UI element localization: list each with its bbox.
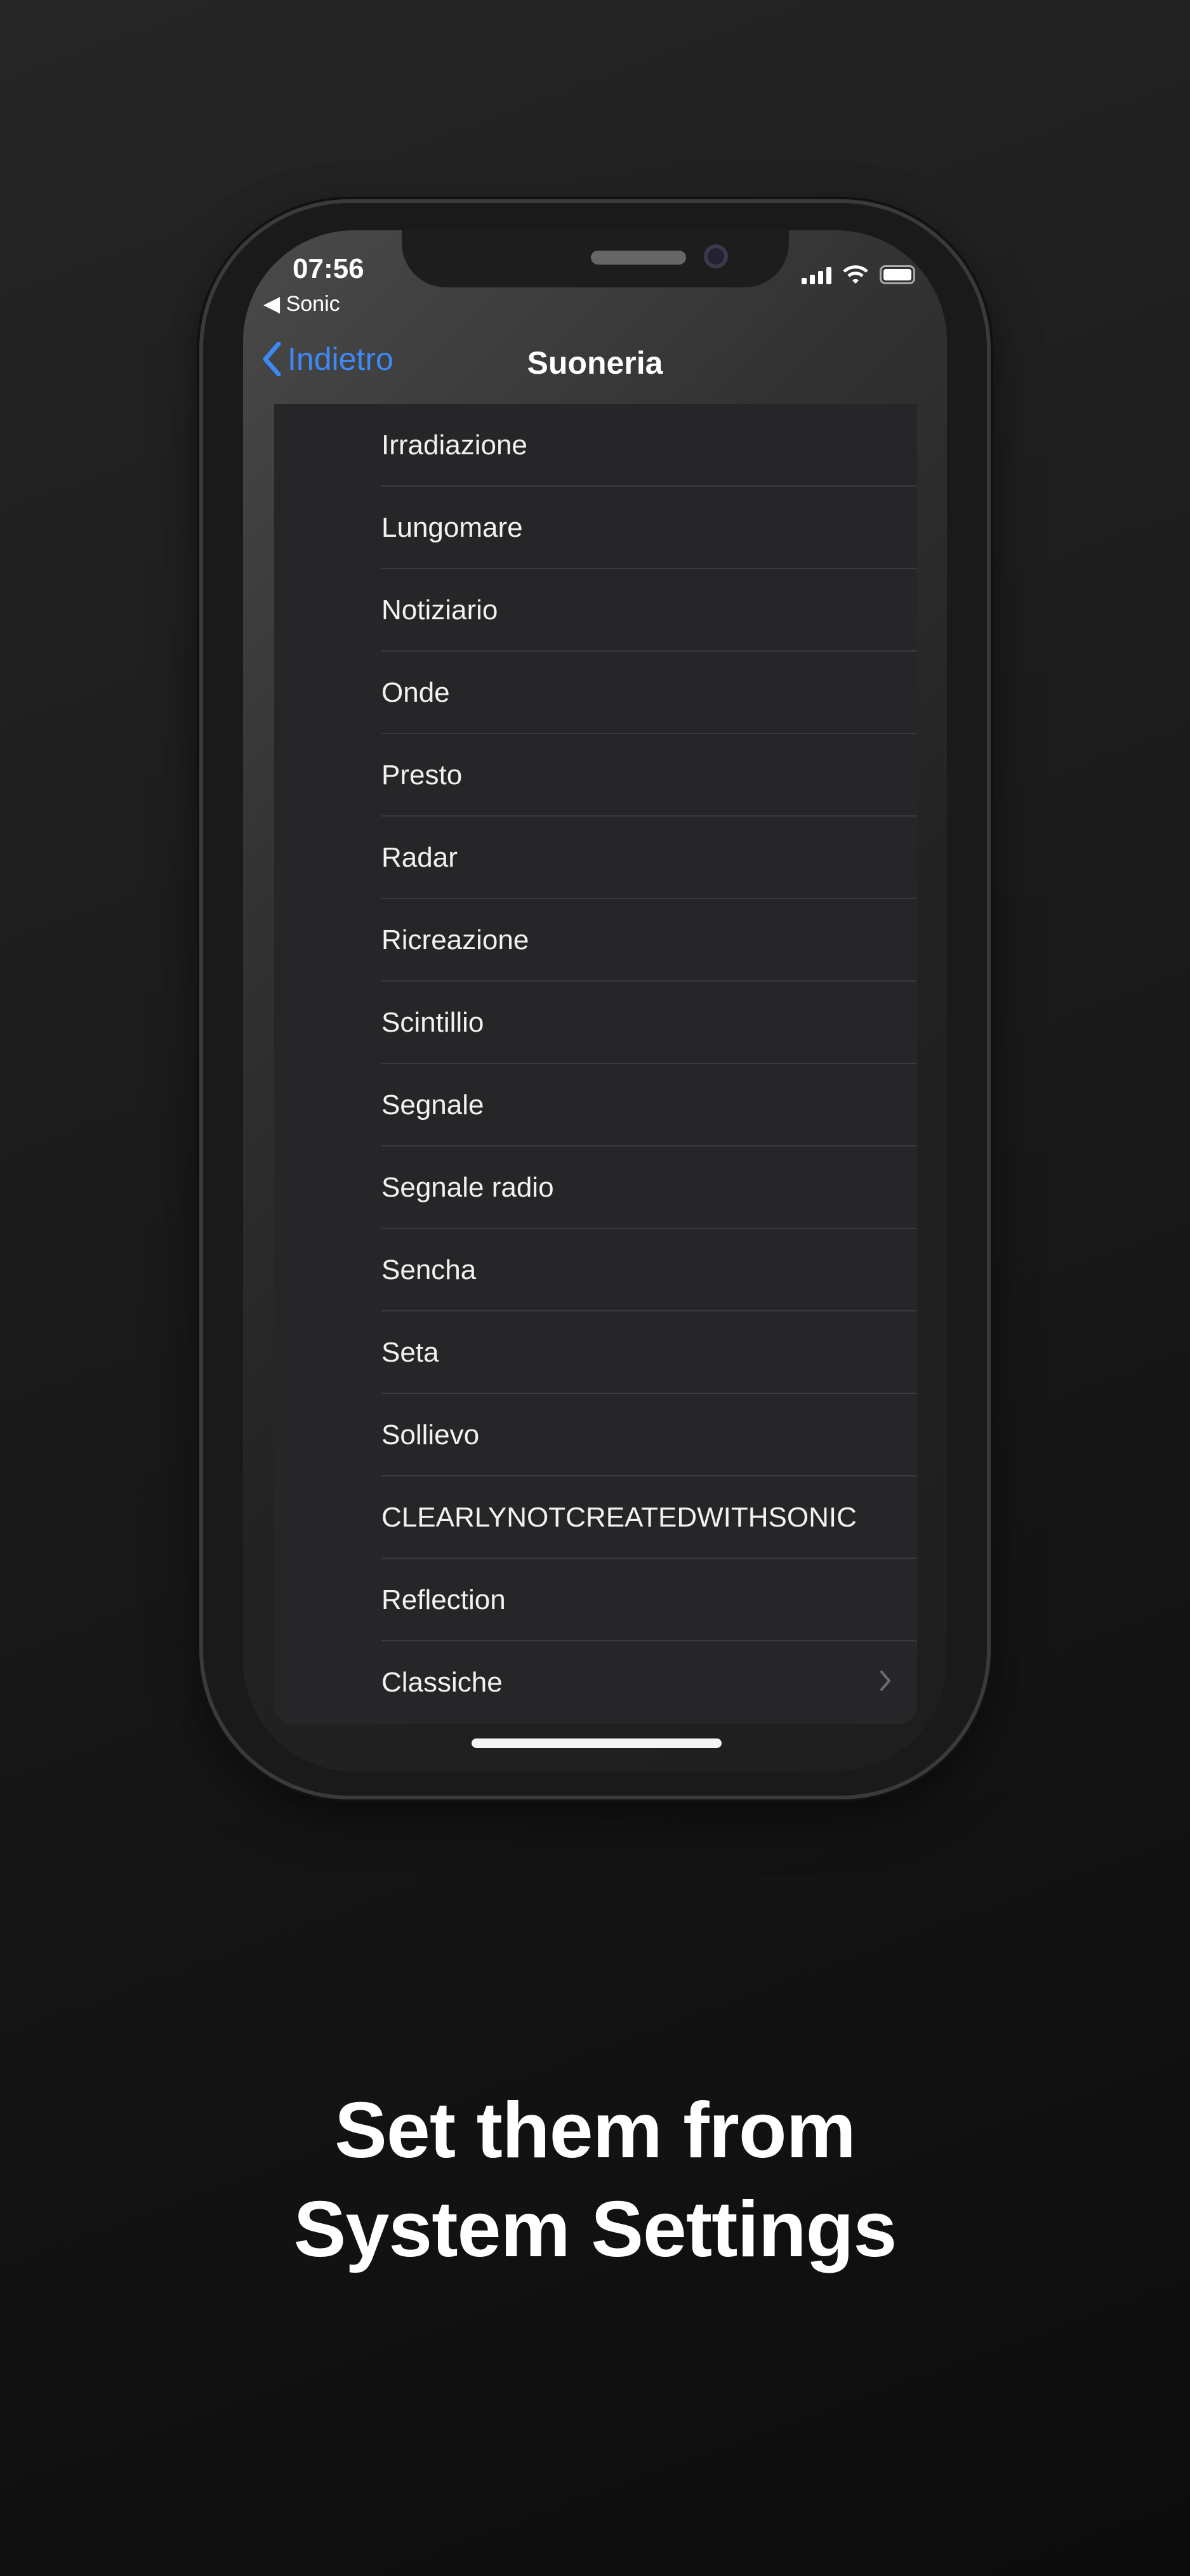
phone-screen: 07:56 ◀ Sonic Indietro Suoneria Irradiaz… <box>243 230 947 1771</box>
page-title: Suoneria <box>527 345 663 381</box>
item-label: Scintillio <box>381 1007 484 1038</box>
list-item[interactable]: Onde <box>274 652 917 734</box>
list-item[interactable]: Scintillio <box>274 982 917 1064</box>
headline-line-1: Set them from <box>334 2087 856 2174</box>
item-label: Onde <box>381 677 450 708</box>
list-item[interactable]: Radar <box>274 817 917 899</box>
camera-icon <box>704 244 728 268</box>
list-item[interactable]: Seta <box>274 1311 917 1394</box>
item-label: Sencha <box>381 1254 477 1285</box>
status-time: 07:56 <box>293 253 364 284</box>
signal-icon <box>802 267 831 284</box>
item-label: Seta <box>381 1337 439 1368</box>
item-label: Segnale <box>381 1089 484 1120</box>
item-label: CLEARLYNOTCREATEDWITHSONIC <box>381 1502 857 1533</box>
list-item-classiche[interactable]: Classiche <box>274 1641 917 1724</box>
list-item[interactable]: Lungomare <box>274 487 917 569</box>
list-item[interactable]: Segnale radio <box>274 1147 917 1229</box>
item-label: Reflection <box>381 1584 506 1615</box>
item-label: Segnale radio <box>381 1172 554 1203</box>
item-label: Classiche <box>381 1667 503 1698</box>
list-item[interactable]: CLEARLYNOTCREATEDWITHSONIC <box>274 1476 917 1559</box>
item-label: Lungomare <box>381 512 523 543</box>
battery-icon <box>880 265 915 284</box>
item-label: Presto <box>381 759 463 791</box>
item-label: Ricreazione <box>381 924 529 956</box>
home-indicator[interactable] <box>472 1738 722 1748</box>
list-item[interactable]: Ricreazione <box>274 899 917 982</box>
phone-frame: 07:56 ◀ Sonic Indietro Suoneria Irradiaz… <box>203 203 987 1796</box>
list-item[interactable]: Reflection <box>274 1559 917 1641</box>
list-item[interactable]: Irradiazione <box>274 404 917 487</box>
item-label: Notiziario <box>381 595 498 626</box>
chevron-right-icon <box>880 1671 890 1691</box>
ringtone-list: Irradiazione Lungomare Notiziario Onde P… <box>274 404 917 1724</box>
wifi-icon <box>843 265 868 284</box>
list-item[interactable]: Presto <box>274 734 917 817</box>
headline: Set them from System Settings <box>0 2081 1190 2279</box>
headline-line-2: System Settings <box>293 2186 897 2273</box>
item-label: Irradiazione <box>381 430 527 461</box>
list-item[interactable]: Sollievo <box>274 1394 917 1476</box>
item-label: Sollievo <box>381 1419 480 1450</box>
list-item[interactable]: Notiziario <box>274 569 917 652</box>
navigation-bar: Indietro Suoneria <box>243 313 947 404</box>
list-item[interactable]: Segnale <box>274 1064 917 1147</box>
speaker-icon <box>591 251 686 265</box>
item-label: Radar <box>381 842 458 873</box>
list-item[interactable]: Sencha <box>274 1229 917 1311</box>
status-icons <box>802 265 915 284</box>
